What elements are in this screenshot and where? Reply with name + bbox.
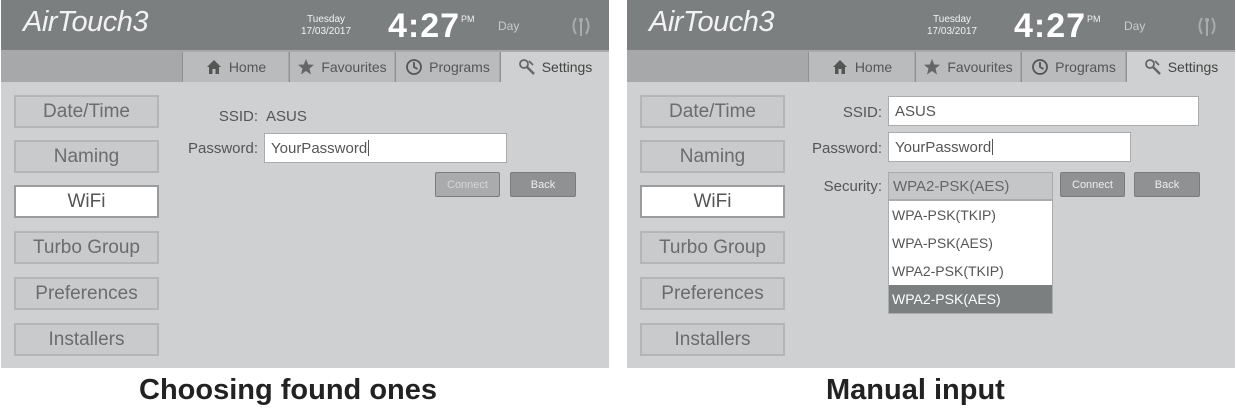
tab-favourites-label: Favourites <box>321 59 387 75</box>
text-caret <box>992 139 994 155</box>
menu-preferences[interactable]: Preferences <box>14 277 159 310</box>
password-value: YourPassword <box>895 138 992 156</box>
screen-manual-input: AirTouch3 Tuesday 17/03/2017 4:27 PM Day… <box>627 0 1235 368</box>
clock-ampm: PM <box>1087 14 1101 24</box>
back-button[interactable]: Back <box>1134 172 1200 197</box>
tab-home-label: Home <box>854 59 893 75</box>
date-display: Tuesday 17/03/2017 <box>927 14 977 38</box>
tab-settings-label: Settings <box>541 59 593 75</box>
ssid-label: SSID: <box>842 104 882 121</box>
screen-choosing-found: AirTouch3 Tuesday 17/03/2017 4:27 PM Day… <box>1 0 609 368</box>
tools-icon <box>1144 59 1161 75</box>
date-label: 17/03/2017 <box>301 26 352 37</box>
password-field[interactable]: YourPassword <box>264 133 507 163</box>
wifi-icon <box>572 17 590 36</box>
menu-installers[interactable]: Installers <box>640 323 785 356</box>
ssid-value: ASUS <box>895 102 936 120</box>
day-mode-label: Day <box>498 19 520 33</box>
text-caret <box>368 140 370 156</box>
home-icon <box>206 60 221 74</box>
menu-naming[interactable]: Naming <box>14 140 159 173</box>
top-bar: AirTouch3 Tuesday 17/03/2017 4:27 PM Day <box>627 0 1235 50</box>
clock-time: 4:27 <box>388 7 461 45</box>
tab-bar: Home Favourites Programs Settings <box>1 50 609 82</box>
tab-programs[interactable]: Programs <box>1021 52 1125 82</box>
menu-turbo-group[interactable]: Turbo Group <box>640 231 785 264</box>
day-label: Tuesday <box>307 14 346 25</box>
password-label: Password: <box>187 140 258 157</box>
tab-home-label: Home <box>228 59 267 75</box>
tools-icon <box>518 59 535 75</box>
tab-settings[interactable]: Settings <box>1126 52 1235 82</box>
ssid-value: ASUS <box>266 108 307 125</box>
security-dropdown: WPA-PSK(TKIP) WPA-PSK(AES) WPA2-PSK(TKIP… <box>888 200 1053 314</box>
star-icon <box>298 59 315 75</box>
ssid-field[interactable]: ASUS <box>888 96 1199 126</box>
tab-bar: Home Favourites Programs Settings <box>627 50 1235 82</box>
clock-icon <box>1032 59 1049 75</box>
tab-programs[interactable]: Programs <box>395 52 499 82</box>
day-mode-label: Day <box>1124 19 1146 33</box>
security-option[interactable]: WPA-PSK(TKIP) <box>889 201 1052 229</box>
connect-button[interactable]: Connect <box>435 172 500 197</box>
tab-favourites[interactable]: Favourites <box>915 52 1020 82</box>
brand-logo: AirTouch3 <box>649 6 775 38</box>
security-label: Security: <box>823 178 882 195</box>
tab-favourites[interactable]: Favourites <box>289 52 394 82</box>
tab-home[interactable]: Home <box>808 52 914 82</box>
ssid-label: SSID: <box>218 108 258 125</box>
connect-button[interactable]: Connect <box>1060 172 1125 197</box>
password-value: YourPassword <box>271 139 368 157</box>
password-field[interactable]: YourPassword <box>888 132 1131 162</box>
day-label: Tuesday <box>933 14 972 25</box>
clock-icon <box>406 59 423 75</box>
back-button[interactable]: Back <box>510 172 576 197</box>
tab-settings-label: Settings <box>1167 59 1219 75</box>
home-icon <box>832 60 847 74</box>
date-display: Tuesday 17/03/2017 <box>301 14 351 38</box>
security-option[interactable]: WPA-PSK(AES) <box>889 229 1052 257</box>
caption-choosing-found: Choosing found ones <box>139 374 438 406</box>
tab-settings[interactable]: Settings <box>500 52 609 82</box>
tab-programs-label: Programs <box>429 59 490 75</box>
clock-ampm: PM <box>461 14 475 24</box>
security-option-selected[interactable]: WPA2-PSK(AES) <box>889 285 1052 313</box>
clock-time: 4:27 <box>1014 7 1087 45</box>
menu-date-time[interactable]: Date/Time <box>14 95 159 128</box>
brand-logo: AirTouch3 <box>23 6 149 38</box>
menu-wifi[interactable]: WiFi <box>14 185 159 218</box>
password-label: Password: <box>811 140 882 157</box>
security-option[interactable]: WPA2-PSK(TKIP) <box>889 257 1052 285</box>
menu-turbo-group[interactable]: Turbo Group <box>14 231 159 264</box>
menu-date-time[interactable]: Date/Time <box>640 95 785 128</box>
menu-preferences[interactable]: Preferences <box>640 277 785 310</box>
security-selected-value: WPA2-PSK(AES) <box>893 177 1010 195</box>
tab-programs-label: Programs <box>1055 59 1116 75</box>
date-label: 17/03/2017 <box>927 26 978 37</box>
star-icon <box>924 59 941 75</box>
menu-naming[interactable]: Naming <box>640 140 785 173</box>
wifi-icon <box>1198 17 1216 36</box>
menu-wifi[interactable]: WiFi <box>640 185 785 218</box>
tab-favourites-label: Favourites <box>947 59 1013 75</box>
menu-installers[interactable]: Installers <box>14 323 159 356</box>
top-bar: AirTouch3 Tuesday 17/03/2017 4:27 PM Day <box>1 0 609 50</box>
tab-home[interactable]: Home <box>182 52 288 82</box>
caption-manual-input: Manual input <box>826 374 1005 406</box>
security-select[interactable]: WPA2-PSK(AES) <box>888 172 1053 200</box>
